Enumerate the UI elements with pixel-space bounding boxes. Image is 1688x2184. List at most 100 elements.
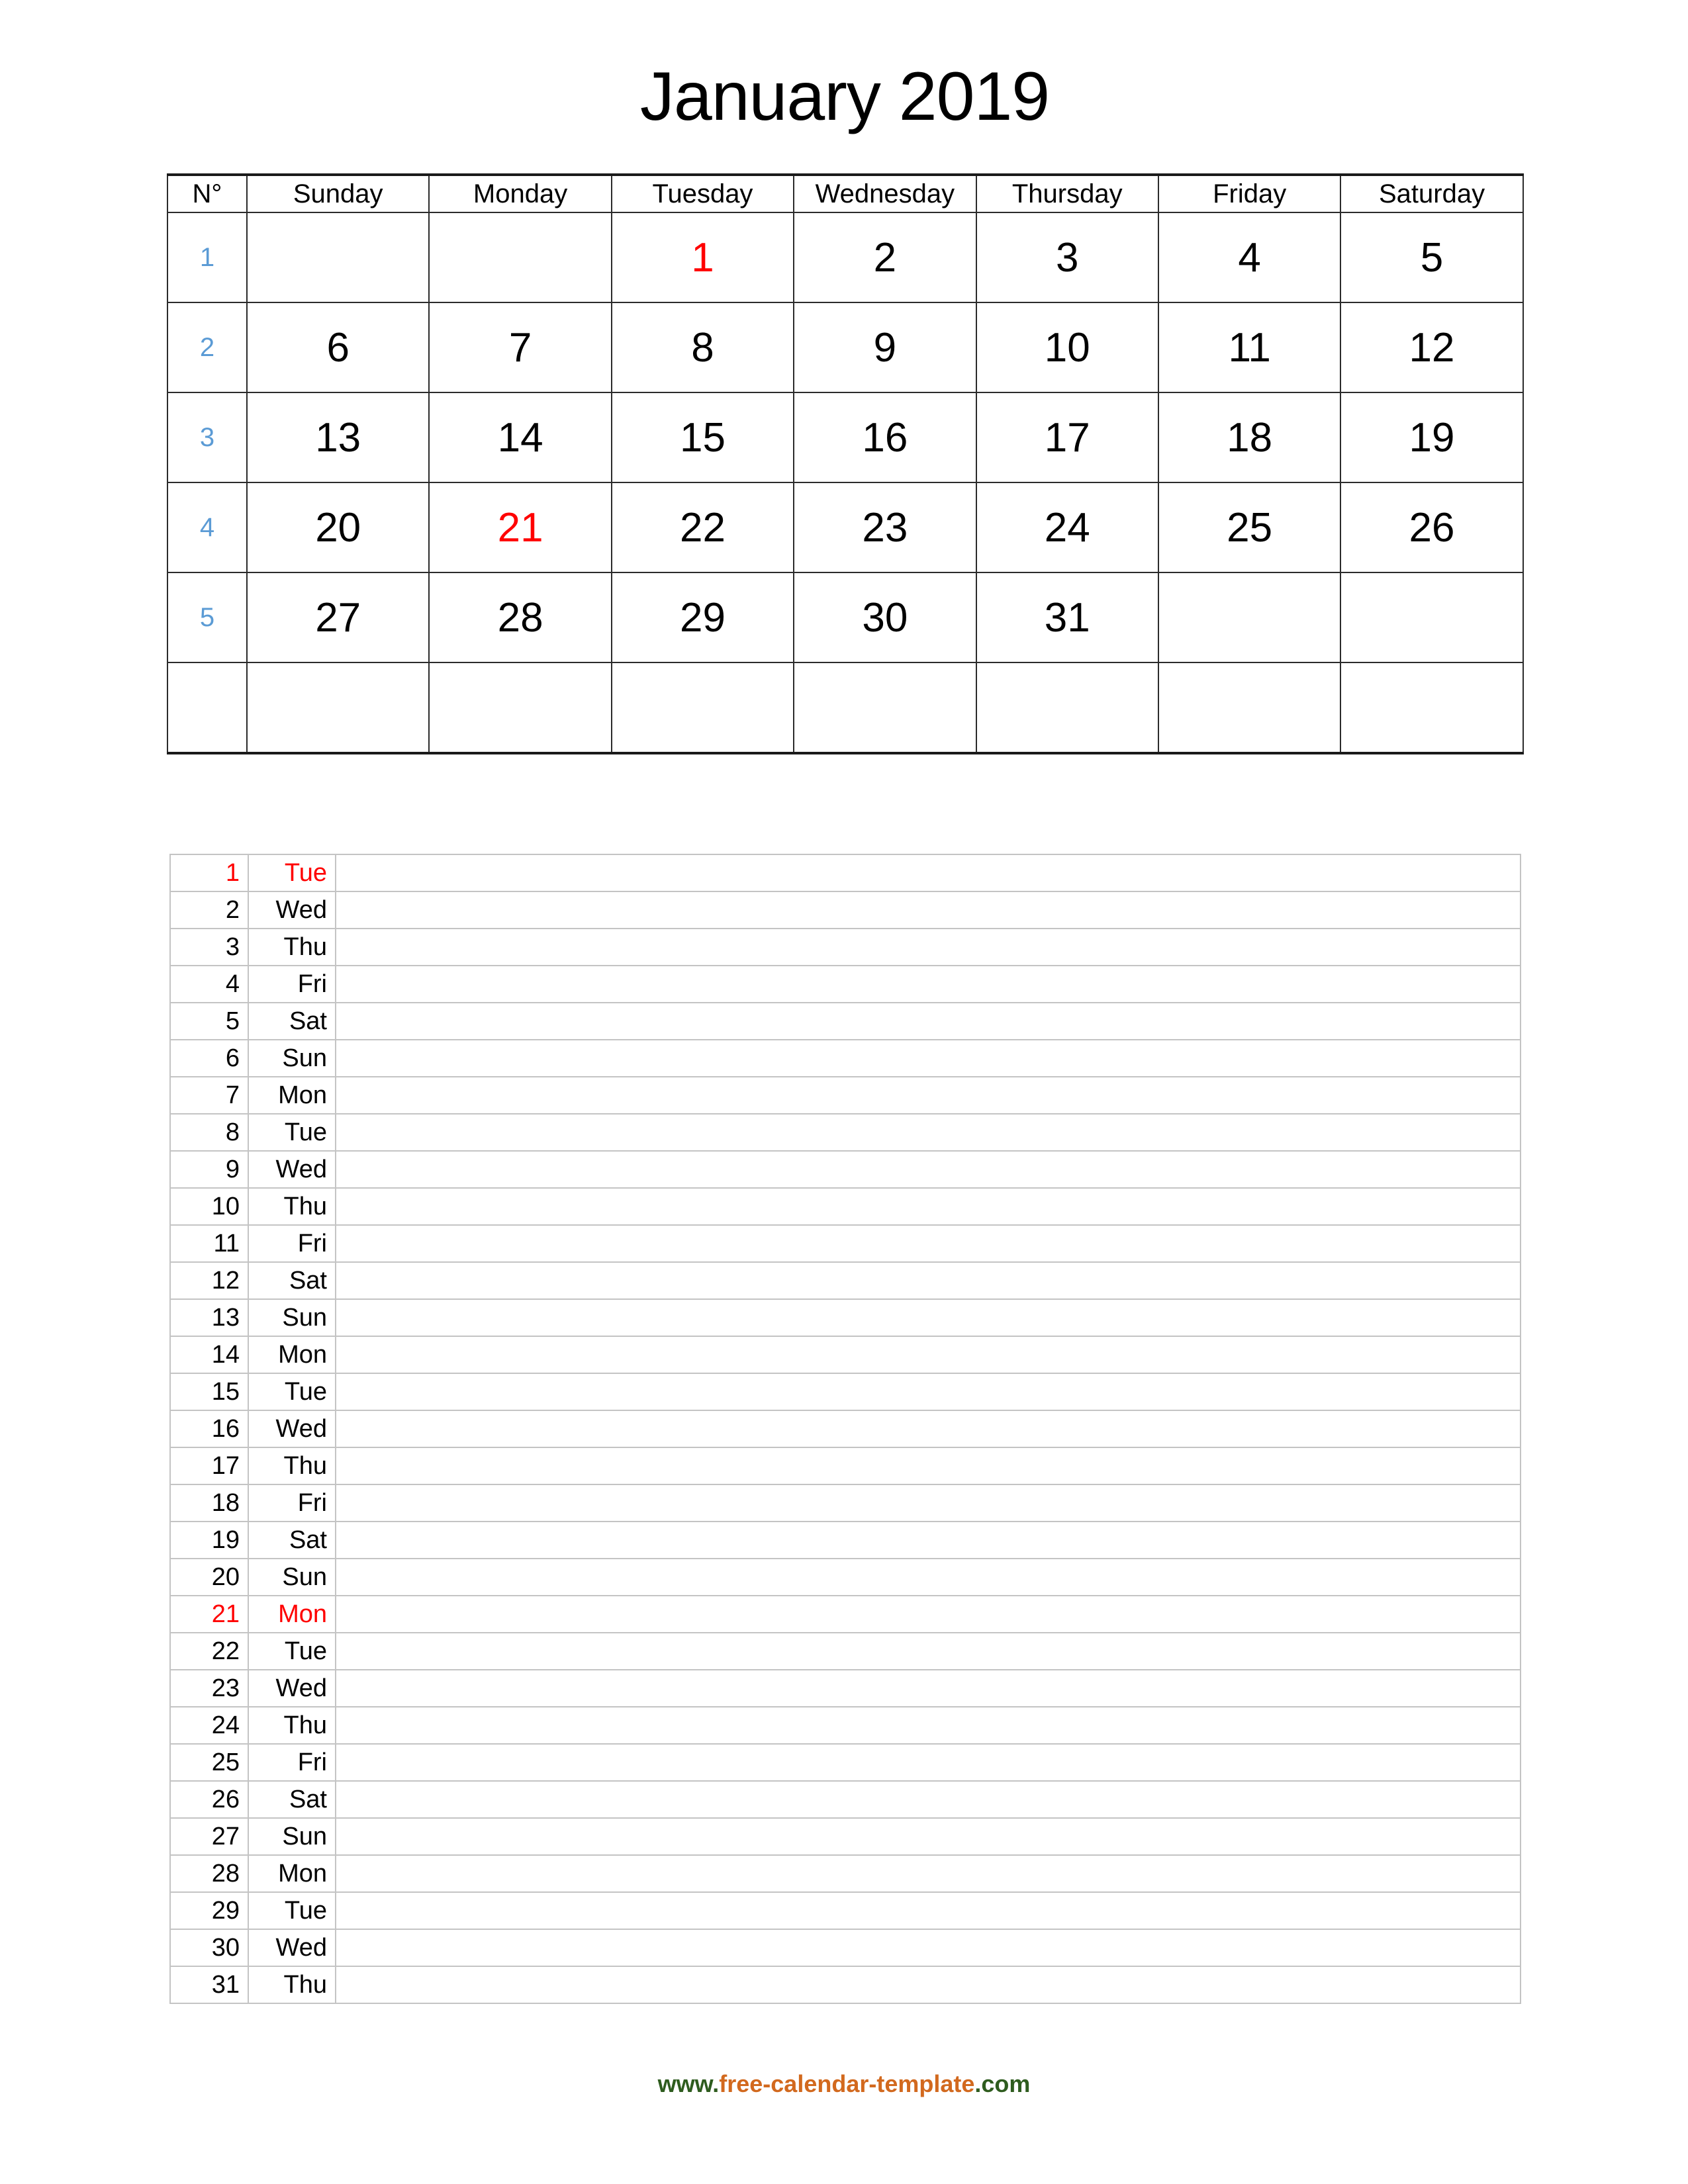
- day-list-note[interactable]: [335, 1261, 1521, 1300]
- day-cell[interactable]: 3: [975, 212, 1159, 303]
- day-list-note[interactable]: [335, 1447, 1521, 1485]
- day-list-note[interactable]: [335, 1854, 1521, 1893]
- day-list-note[interactable]: [335, 1113, 1521, 1152]
- day-list-note[interactable]: [335, 1521, 1521, 1559]
- day-list-note[interactable]: [335, 1076, 1521, 1115]
- day-cell[interactable]: 10: [975, 302, 1159, 393]
- day-list-note[interactable]: [335, 1706, 1521, 1745]
- day-list-weekday: Sun: [248, 1558, 336, 1596]
- day-cell[interactable]: 2: [793, 212, 977, 303]
- day-cell[interactable]: 14: [428, 392, 612, 483]
- day-list-row: 1 Tue: [169, 854, 1521, 892]
- day-list-row: 12 Sat: [169, 1261, 1521, 1300]
- day-list-note[interactable]: [335, 1966, 1521, 2004]
- day-list-note[interactable]: [335, 1817, 1521, 1856]
- day-list-note[interactable]: [335, 1780, 1521, 1819]
- day-list-note[interactable]: [335, 1002, 1521, 1040]
- day-list-note[interactable]: [335, 1558, 1521, 1596]
- weekday-header-row: N° Sunday Monday Tuesday Wednesday Thurs…: [167, 173, 1524, 213]
- day-list-row: 27 Sun: [169, 1817, 1521, 1856]
- day-list-note[interactable]: [335, 1224, 1521, 1263]
- day-list-note[interactable]: [335, 1484, 1521, 1522]
- day-cell[interactable]: 12: [1340, 302, 1524, 393]
- day-list-note[interactable]: [335, 1336, 1521, 1374]
- day-list-weekday: Tue: [248, 1891, 336, 1930]
- day-list-row: 24 Thu: [169, 1706, 1521, 1745]
- day-cell[interactable]: 4: [1157, 212, 1342, 303]
- day-cell[interactable]: [246, 212, 430, 303]
- day-list-number: 22: [169, 1632, 249, 1670]
- footer-website-link[interactable]: www.free-calendar-template.com: [0, 2070, 1688, 2098]
- day-cell[interactable]: 9: [793, 302, 977, 393]
- day-list-note[interactable]: [335, 1669, 1521, 1707]
- day-cell[interactable]: 7: [428, 302, 612, 393]
- day-list-note[interactable]: [335, 928, 1521, 966]
- day-cell[interactable]: [428, 212, 612, 303]
- day-list-row: 2 Wed: [169, 891, 1521, 929]
- day-list-row: 31 Thu: [169, 1966, 1521, 2004]
- day-list-note[interactable]: [335, 1187, 1521, 1226]
- day-cell[interactable]: [1340, 572, 1524, 663]
- day-cell[interactable]: 24: [975, 482, 1159, 573]
- day-cell[interactable]: 20: [246, 482, 430, 573]
- day-list-number: 23: [169, 1669, 249, 1707]
- day-list-row: 21 Mon: [169, 1595, 1521, 1633]
- day-cell[interactable]: [428, 662, 612, 754]
- day-list-row: 15 Tue: [169, 1373, 1521, 1411]
- day-cell[interactable]: 28: [428, 572, 612, 663]
- day-cell[interactable]: 16: [793, 392, 977, 483]
- day-list-note[interactable]: [335, 1891, 1521, 1930]
- day-cell[interactable]: [246, 662, 430, 754]
- day-cell[interactable]: [1157, 662, 1342, 754]
- day-cell[interactable]: 31: [975, 572, 1159, 663]
- day-list-note[interactable]: [335, 1298, 1521, 1337]
- day-list-row: 19 Sat: [169, 1521, 1521, 1559]
- day-list-note[interactable]: [335, 1632, 1521, 1670]
- header-week-number: N°: [167, 173, 248, 213]
- day-cell[interactable]: [793, 662, 977, 754]
- day-list-number: 9: [169, 1150, 249, 1189]
- day-list-weekday: Tue: [248, 1632, 336, 1670]
- day-cell[interactable]: 25: [1157, 482, 1342, 573]
- day-list-note[interactable]: [335, 854, 1521, 892]
- day-cell[interactable]: [1157, 572, 1342, 663]
- day-cell[interactable]: 26: [1340, 482, 1524, 573]
- month-grid-body: 1 1 2 3 4 5 2 6 7 8 9 10 11 12 3 13 14 15 16 17 18 19 4 20 21 22 2…: [167, 212, 1524, 754]
- day-list-row: 10 Thu: [169, 1187, 1521, 1226]
- day-cell[interactable]: 11: [1157, 302, 1342, 393]
- day-cell[interactable]: [975, 662, 1159, 754]
- day-cell[interactable]: 18: [1157, 392, 1342, 483]
- day-list-note[interactable]: [335, 1743, 1521, 1782]
- day-list-row: 28 Mon: [169, 1854, 1521, 1893]
- day-list-number: 19: [169, 1521, 249, 1559]
- day-cell[interactable]: [610, 662, 795, 754]
- day-cell[interactable]: 29: [610, 572, 795, 663]
- day-list-note[interactable]: [335, 891, 1521, 929]
- footer-www: www.: [657, 2070, 720, 2097]
- day-cell[interactable]: 8: [610, 302, 795, 393]
- day-cell[interactable]: 19: [1340, 392, 1524, 483]
- day-list-note[interactable]: [335, 1410, 1521, 1448]
- day-cell[interactable]: 30: [793, 572, 977, 663]
- day-cell[interactable]: 21: [428, 482, 612, 573]
- day-cell[interactable]: 15: [610, 392, 795, 483]
- day-list-note[interactable]: [335, 1929, 1521, 1967]
- day-list-number: 15: [169, 1373, 249, 1411]
- day-list-weekday: Thu: [248, 928, 336, 966]
- day-list-note[interactable]: [335, 965, 1521, 1003]
- day-list-weekday: Wed: [248, 1410, 336, 1448]
- footer-domain: free-calendar-template: [719, 2070, 975, 2097]
- day-cell[interactable]: 1: [610, 212, 795, 303]
- day-cell[interactable]: 27: [246, 572, 430, 663]
- day-cell[interactable]: 6: [246, 302, 430, 393]
- day-cell[interactable]: [1340, 662, 1524, 754]
- day-list-note[interactable]: [335, 1595, 1521, 1633]
- day-cell[interactable]: 13: [246, 392, 430, 483]
- day-list-note[interactable]: [335, 1373, 1521, 1411]
- day-cell[interactable]: 5: [1340, 212, 1524, 303]
- day-list-note[interactable]: [335, 1150, 1521, 1189]
- day-cell[interactable]: 23: [793, 482, 977, 573]
- day-cell[interactable]: 17: [975, 392, 1159, 483]
- day-cell[interactable]: 22: [610, 482, 795, 573]
- day-list-note[interactable]: [335, 1039, 1521, 1077]
